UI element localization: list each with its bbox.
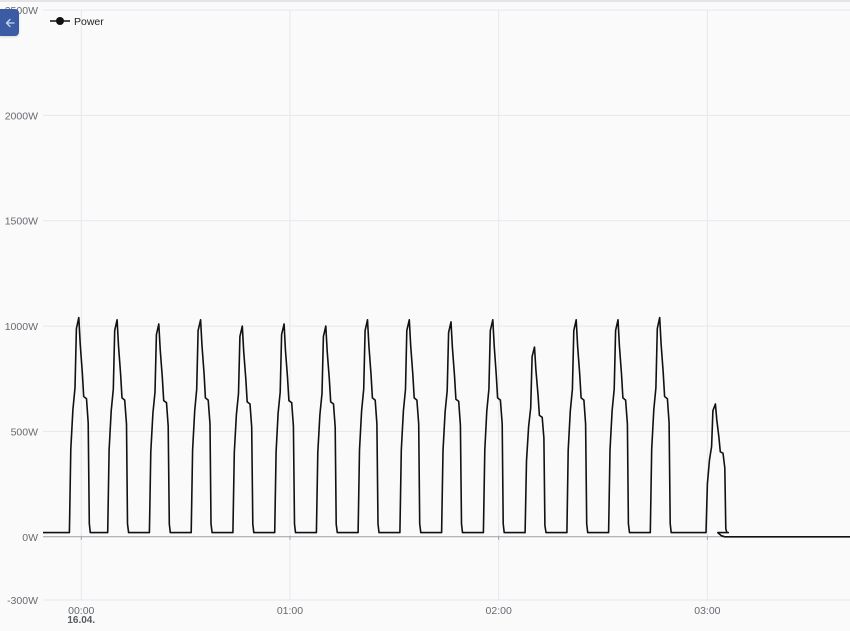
x-tick-label: 03:00	[694, 605, 720, 617]
series-line-power[interactable]	[43, 316, 850, 538]
y-tick-label: 2000W	[5, 110, 38, 122]
y-tick-label: 1000W	[5, 321, 38, 333]
power-chart: 2500W2000W1500W1000W500W0W-300W00:0016.0…	[5, 5, 850, 626]
x-tick-label: 02:00	[486, 605, 512, 617]
legend-label: Power	[74, 16, 104, 28]
legend[interactable]: Power	[50, 16, 104, 28]
back-button[interactable]	[0, 9, 19, 36]
legend-marker	[56, 17, 64, 25]
x-date-label: 16.04.	[67, 615, 95, 626]
arrow-left-icon	[5, 18, 15, 27]
series-layer	[43, 316, 850, 538]
grid	[43, 9, 850, 601]
axes: 2500W2000W1500W1000W500W0W-300W00:0016.0…	[5, 5, 721, 626]
y-tick-label: 500W	[11, 426, 39, 438]
x-tick-label: 01:00	[277, 605, 303, 617]
y-tick-label: 0W	[22, 532, 38, 544]
y-tick-label: -300W	[7, 595, 38, 607]
y-tick-label: 1500W	[5, 216, 38, 228]
